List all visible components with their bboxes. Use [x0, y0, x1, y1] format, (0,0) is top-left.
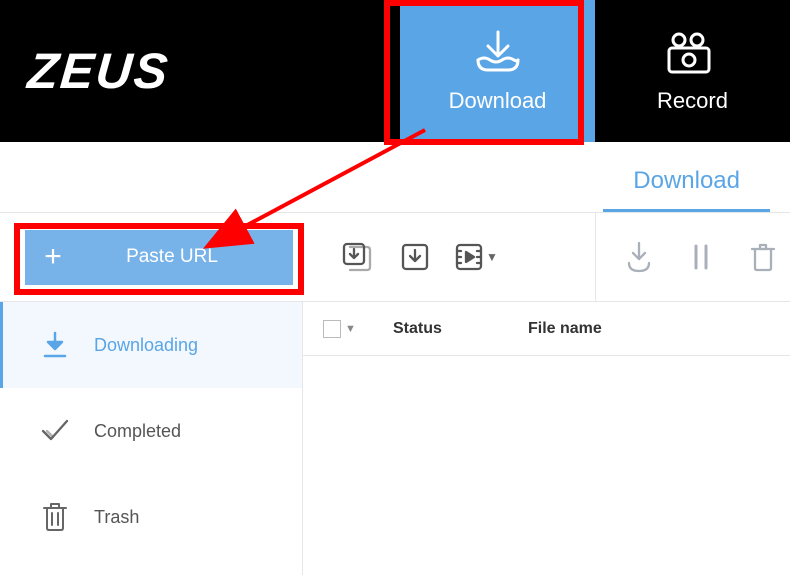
toolbar-icons-left: ▼: [338, 213, 498, 301]
sidebar: Downloading Completed Tra: [0, 302, 303, 575]
convert-button[interactable]: ▼: [454, 238, 498, 276]
sidebar-item-downloading[interactable]: Downloading: [0, 302, 302, 388]
content-area: Downloading Completed Tra: [0, 302, 790, 575]
toolbar-icons-right: [595, 213, 790, 301]
tab-record[interactable]: Record: [595, 0, 790, 142]
column-status[interactable]: Status: [393, 320, 528, 338]
sidebar-item-completed[interactable]: Completed: [0, 388, 302, 474]
subtab-download[interactable]: Download: [603, 155, 770, 212]
delete-button[interactable]: [744, 238, 782, 276]
toolbar: + Paste URL ▼: [0, 212, 790, 302]
plus-icon: +: [25, 240, 81, 274]
paste-url-label: Paste URL: [81, 246, 293, 268]
column-filename[interactable]: File name: [528, 320, 790, 338]
tab-record-label: Record: [657, 88, 728, 114]
select-all-checkbox[interactable]: [323, 320, 341, 338]
main-panel: ▼ Status File name: [303, 302, 790, 575]
record-icon: [663, 28, 723, 80]
trash-icon: [40, 502, 70, 532]
sidebar-item-trash[interactable]: Trash: [0, 474, 302, 560]
tab-download[interactable]: Download: [400, 0, 595, 142]
tab-download-label: Download: [449, 88, 547, 114]
chevron-down-icon[interactable]: ▼: [345, 323, 356, 335]
check-icon: [40, 416, 70, 446]
pause-button[interactable]: [682, 238, 720, 276]
app-header: ZEUS Download Reco: [0, 0, 790, 142]
download-single-button[interactable]: [396, 238, 434, 276]
select-all-wrap: ▼: [323, 320, 393, 338]
paste-url-button[interactable]: + Paste URL: [25, 230, 293, 285]
download-arrow-icon: [40, 330, 70, 360]
batch-download-button[interactable]: [338, 238, 376, 276]
resume-button[interactable]: [620, 238, 658, 276]
chevron-down-icon[interactable]: ▼: [486, 250, 498, 264]
subheader: Download: [0, 142, 790, 212]
sidebar-item-label: Downloading: [94, 335, 198, 356]
header-tabs: Download Record: [400, 0, 790, 142]
download-icon: [470, 28, 526, 80]
table-header: ▼ Status File name: [303, 302, 790, 356]
sidebar-item-label: Completed: [94, 421, 181, 442]
app-logo: ZEUS: [25, 42, 171, 100]
sidebar-item-label: Trash: [94, 507, 139, 528]
